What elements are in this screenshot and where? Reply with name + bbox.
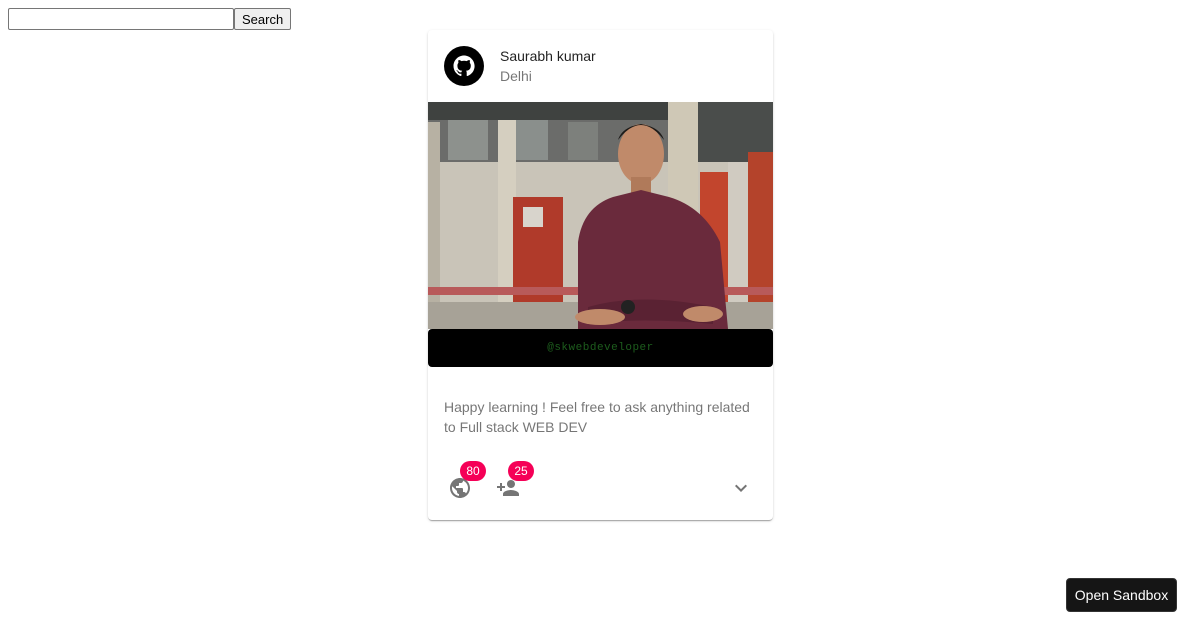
- globe-badge: 80: [460, 461, 486, 481]
- watermark-text: @skwebdeveloper: [547, 342, 654, 354]
- expand-button[interactable]: [721, 468, 761, 508]
- github-icon: [453, 55, 475, 77]
- card-subheader: Delhi: [500, 68, 532, 84]
- profile-photo: [428, 102, 773, 329]
- chevron-down-icon: [735, 484, 747, 492]
- person-add-badge: 25: [508, 461, 534, 481]
- card-content: Happy learning ! Feel free to ask anythi…: [428, 397, 773, 437]
- search-input[interactable]: [8, 8, 234, 30]
- globe-button[interactable]: 80: [440, 461, 486, 508]
- search-button[interactable]: Search: [234, 8, 292, 30]
- card-body-text: Happy learning ! Feel free to ask anythi…: [444, 399, 750, 435]
- person-add-button[interactable]: 25: [488, 461, 534, 508]
- card-actions: 80 25: [428, 461, 773, 512]
- open-sandbox-button[interactable]: Open Sandbox: [1066, 578, 1177, 612]
- card-header: Saurabh kumar Delhi: [428, 30, 773, 102]
- profile-card: Saurabh kumar Delhi @skwebdeveloper Happ…: [428, 30, 773, 520]
- card-title: Saurabh kumar: [500, 48, 596, 64]
- watermark-bar: @skwebdeveloper: [428, 329, 773, 367]
- search-bar: Search: [8, 8, 292, 30]
- avatar: [444, 46, 484, 86]
